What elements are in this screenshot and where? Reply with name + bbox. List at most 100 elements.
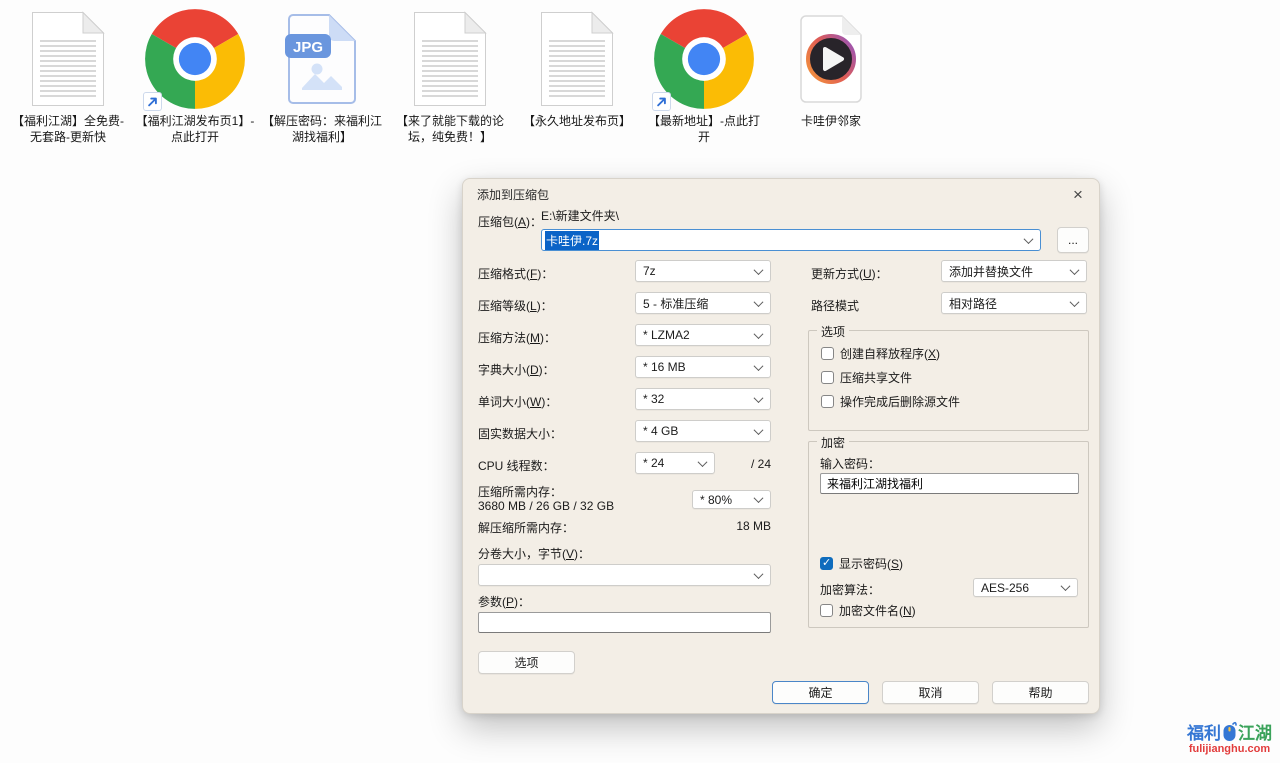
archive-label: 压缩包(A)：	[478, 213, 542, 230]
word-size-select[interactable]: * 32	[635, 388, 771, 410]
archive-name-value: 卡哇伊.7z	[545, 231, 599, 250]
checkbox-icon	[821, 395, 834, 408]
chevron-down-icon	[754, 393, 764, 403]
dialog-title: 添加到压缩包	[477, 186, 549, 203]
chrome-icon	[642, 6, 766, 112]
watermark-text-left: 福利	[1187, 725, 1221, 742]
encryption-method-value: AES-256	[981, 581, 1029, 595]
desktop-icon-label: 【来了就能下载的论坛，纯免费！】	[389, 114, 511, 145]
volume-size-label: 分卷大小，字节(V)：	[478, 545, 590, 562]
chevron-down-icon	[754, 297, 764, 307]
ok-button[interactable]: 确定	[772, 681, 869, 704]
desktop-icon-label: 卡哇伊邻家	[801, 114, 861, 130]
chevron-down-icon	[698, 457, 708, 467]
level-select[interactable]: 5 - 标准压缩	[635, 292, 771, 314]
chrome-icon	[133, 6, 257, 112]
update-mode-select[interactable]: 添加并替换文件	[941, 260, 1087, 282]
chevron-down-icon	[1070, 265, 1080, 275]
shortcut-arrow-icon	[143, 92, 162, 111]
chevron-down-icon	[754, 361, 764, 371]
format-select[interactable]: 7z	[635, 260, 771, 282]
encryption-group-legend: 加密	[817, 434, 849, 451]
checkbox-label: 操作完成后删除源文件	[840, 393, 960, 410]
word-size-label: 单词大小(W)：	[478, 393, 557, 410]
level-label: 压缩等级(L)：	[478, 297, 553, 314]
desktop-icon-label: 【解压密码：来福利江湖找福利】	[261, 114, 383, 145]
cpu-threads-max: / 24	[713, 457, 771, 471]
options-button[interactable]: 选项	[478, 651, 575, 674]
options-group-legend: 选项	[817, 323, 849, 340]
jpg-badge-text: JPG	[293, 39, 323, 56]
encryption-method-select[interactable]: AES-256	[973, 578, 1078, 597]
desktop-icon-label: 【永久地址发布页】	[523, 114, 631, 130]
desktop-icon-label: 【福利江湖发布页1】-点此打开	[134, 114, 256, 145]
text-file-icon	[388, 6, 512, 112]
jpg-file-icon: JPG	[260, 6, 384, 112]
format-value: 7z	[643, 264, 656, 278]
password-label: 输入密码：	[820, 455, 880, 472]
word-size-value: * 32	[643, 392, 664, 406]
checkbox-create-sfx[interactable]: 创建自释放程序(X)	[821, 345, 940, 361]
memory-usage-value: * 80%	[700, 493, 732, 507]
chevron-down-icon	[754, 265, 764, 275]
text-file-icon	[6, 6, 130, 112]
checkbox-label: 显示密码(S)	[839, 555, 903, 572]
checkbox-icon	[821, 347, 834, 360]
parameters-label: 参数(P)：	[478, 593, 530, 610]
solid-size-label: 固实数据大小：	[478, 425, 562, 442]
level-value: 5 - 标准压缩	[643, 295, 708, 312]
checkbox-delete-after[interactable]: 操作完成后删除源文件	[821, 393, 960, 409]
method-value: * LZMA2	[643, 328, 690, 342]
method-label: 压缩方法(M)：	[478, 329, 556, 346]
checkbox-icon	[820, 604, 833, 617]
checkbox-compress-shared[interactable]: 压缩共享文件	[821, 369, 912, 385]
desktop-icon-latest-address[interactable]: 【最新地址】-点此打开	[642, 6, 766, 145]
desktop-icon-permanent-address-txt[interactable]: 【永久地址发布页】	[515, 6, 639, 130]
method-select[interactable]: * LZMA2	[635, 324, 771, 346]
path-mode-value: 相对路径	[949, 295, 997, 312]
chevron-down-icon	[1061, 581, 1071, 591]
volume-size-combo[interactable]	[478, 564, 771, 586]
checkbox-icon	[820, 557, 833, 570]
media-file-icon	[769, 6, 893, 112]
cancel-button[interactable]: 取消	[882, 681, 979, 704]
archive-dir-text: E:\新建文件夹\	[541, 207, 619, 224]
site-watermark: 福利 江湖 fulijianghu.com	[1187, 721, 1272, 755]
help-button[interactable]: 帮助	[992, 681, 1089, 704]
checkbox-encrypt-filenames[interactable]: 加密文件名(N)	[820, 602, 916, 618]
desktop-icon-publish-page1[interactable]: 【福利江湖发布页1】-点此打开	[133, 6, 257, 145]
desktop-icon-freeway-txt[interactable]: 【福利江湖】全免费-无套路-更新快	[6, 6, 130, 145]
dictionary-value: * 16 MB	[643, 360, 686, 374]
memory-decompress-label: 解压缩所需内存：	[478, 519, 574, 536]
dictionary-label: 字典大小(D)：	[478, 361, 555, 378]
checkbox-icon	[821, 371, 834, 384]
checkbox-show-password[interactable]: 显示密码(S)	[820, 555, 903, 571]
desktop-icon-media-file[interactable]: 卡哇伊邻家	[769, 6, 893, 130]
watermark-url: fulijianghu.com	[1189, 744, 1270, 755]
shortcut-arrow-icon	[652, 92, 671, 111]
password-input[interactable]: 来福利江湖找福利	[820, 473, 1079, 494]
close-icon[interactable]: ×	[1065, 183, 1091, 207]
checkbox-label: 创建自释放程序(X)	[840, 345, 940, 362]
checkbox-label: 加密文件名(N)	[839, 602, 916, 619]
dictionary-select[interactable]: * 16 MB	[635, 356, 771, 378]
password-value: 来福利江湖找福利	[827, 475, 923, 492]
desktop-icon-password-jpg[interactable]: JPG 【解压密码：来福利江湖找福利】	[260, 6, 384, 145]
watermark-text-right: 江湖	[1238, 725, 1272, 742]
desktop-icon-label: 【福利江湖】全免费-无套路-更新快	[7, 114, 129, 145]
chevron-down-icon	[754, 425, 764, 435]
solid-size-select[interactable]: * 4 GB	[635, 420, 771, 442]
parameters-input[interactable]	[478, 612, 771, 633]
cpu-threads-select[interactable]: * 24	[635, 452, 715, 474]
memory-usage-select[interactable]: * 80%	[692, 490, 771, 509]
path-mode-label: 路径模式	[811, 297, 859, 314]
format-label: 压缩格式(F)：	[478, 265, 553, 282]
checkbox-label: 压缩共享文件	[840, 369, 912, 386]
desktop-icon-label: 【最新地址】-点此打开	[643, 114, 765, 145]
memory-usage-label: 压缩所需内存：	[478, 483, 562, 500]
chevron-down-icon	[754, 493, 764, 503]
archive-name-combo[interactable]: 卡哇伊.7z	[541, 229, 1041, 251]
path-mode-select[interactable]: 相对路径	[941, 292, 1087, 314]
desktop-icon-forum-txt[interactable]: 【来了就能下载的论坛，纯免费！】	[388, 6, 512, 145]
browse-button[interactable]: ...	[1057, 227, 1089, 253]
